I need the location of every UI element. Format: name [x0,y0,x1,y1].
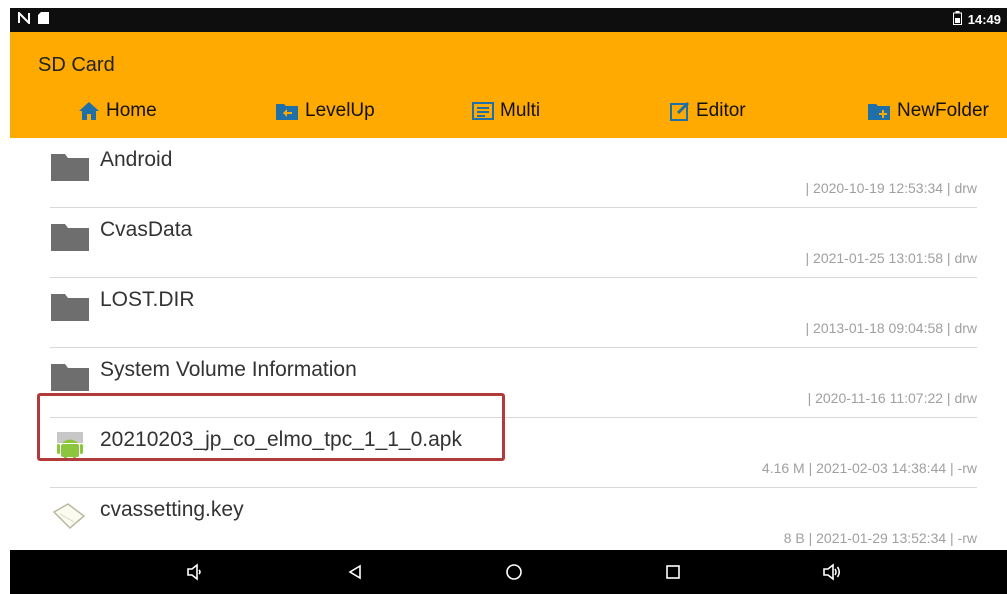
app-bar: SD Card Home LevelUp Multi Editor NewFol… [10,32,1007,138]
home-icon [78,101,100,121]
recents-icon[interactable] [661,560,685,584]
multi-select-icon [472,102,494,120]
editor-button[interactable]: Editor [670,100,746,122]
newfolder-button[interactable]: NewFolder [867,100,989,122]
status-bar: 14:49 [10,8,1007,32]
file-meta: 8 B | 2021-01-29 13:52:34 | -rw [783,530,977,546]
edit-icon [670,101,690,121]
levelup-button[interactable]: LevelUp [275,100,375,122]
toolbar: Home LevelUp Multi Editor NewFolder [10,96,1007,130]
file-name: System Volume Information [100,358,357,381]
key-file-icon [52,502,86,535]
list-item[interactable]: LOST.DIR | 2013-01-18 09:04:58 | drw [10,278,1007,348]
file-meta: | 2020-10-19 12:53:34 | drw [805,180,978,196]
file-meta: 4.16 M | 2021-02-03 14:38:44 | -rw [761,460,977,476]
back-icon[interactable] [343,560,367,584]
nfc-icon [18,10,30,29]
file-list: Android | 2020-10-19 12:53:34 | drw Cvas… [10,138,1007,550]
navigation-bar [10,550,1007,594]
list-item[interactable]: CvasData | 2021-01-25 13:01:58 | drw [10,208,1007,278]
home-circle-icon[interactable] [502,560,526,584]
home-button[interactable]: Home [78,100,157,122]
file-name: CvasData [100,218,193,241]
sd-card-icon [38,11,49,29]
folder-icon [50,152,90,187]
editor-label: Editor [696,100,746,121]
file-name: cvassetting.key [100,498,244,521]
folder-icon [50,362,90,397]
page-title: SD Card [38,54,115,76]
folder-up-icon [275,101,299,121]
battery-icon [952,11,962,28]
file-name: LOST.DIR [100,288,195,311]
volume-down-icon[interactable] [182,560,206,584]
volume-up-icon[interactable] [820,560,844,584]
levelup-label: LevelUp [305,100,375,121]
folder-icon [50,222,90,257]
file-name: Android [100,148,173,171]
multi-label: Multi [500,100,541,121]
home-label: Home [106,100,157,121]
newfolder-label: NewFolder [897,100,989,121]
folder-icon [50,292,90,327]
file-meta: | 2013-01-18 09:04:58 | drw [805,320,978,336]
highlight-box [37,393,505,461]
file-meta: | 2021-01-25 13:01:58 | drw [805,250,978,266]
file-meta: | 2020-11-16 11:07:22 | drw [807,390,977,406]
list-item[interactable]: cvassetting.key 8 B | 2021-01-29 13:52:3… [10,488,1007,550]
multi-button[interactable]: Multi [472,100,540,122]
list-item[interactable]: Android | 2020-10-19 12:53:34 | drw [10,138,1007,208]
status-time: 14:49 [967,12,1001,27]
new-folder-icon [867,101,891,121]
